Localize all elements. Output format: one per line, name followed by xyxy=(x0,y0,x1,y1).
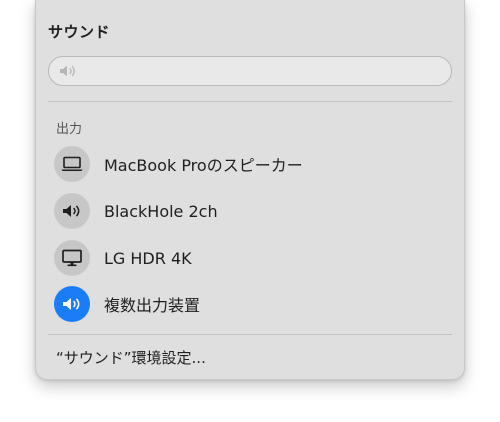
device-label: BlackHole 2ch xyxy=(104,201,218,221)
device-macbook-pro-speakers[interactable]: MacBook Proのスピーカー xyxy=(54,144,450,184)
volume-icon xyxy=(60,65,75,77)
device-multi-output[interactable]: 複数出力装置 xyxy=(54,284,450,324)
device-blackhole-2ch[interactable]: BlackHole 2ch xyxy=(54,191,450,231)
device-icon-circle xyxy=(54,240,90,276)
volume-slider[interactable] xyxy=(48,56,452,86)
device-icon-circle xyxy=(54,193,90,229)
device-label: MacBook Proのスピーカー xyxy=(104,156,303,175)
device-lg-hdr-4k[interactable]: LG HDR 4K xyxy=(54,238,450,278)
sound-menu-panel: サウンド 出力 MacBook Proのスピーカー BlackHole 2ch … xyxy=(35,0,465,380)
laptop-icon xyxy=(61,156,83,171)
display-icon xyxy=(62,249,82,267)
device-label: 複数出力装置 xyxy=(104,296,201,315)
divider xyxy=(48,101,452,102)
sound-preferences-menu-item[interactable]: “サウンド”環境設定... xyxy=(56,347,206,368)
speaker-icon xyxy=(63,205,80,217)
divider xyxy=(48,334,452,335)
menu-title: サウンド xyxy=(48,23,111,41)
device-icon-circle xyxy=(54,146,90,182)
output-section-label: 出力 xyxy=(56,122,83,137)
device-label: LG HDR 4K xyxy=(104,248,192,268)
speaker-icon xyxy=(63,298,80,310)
device-icon-circle-selected xyxy=(54,286,90,322)
